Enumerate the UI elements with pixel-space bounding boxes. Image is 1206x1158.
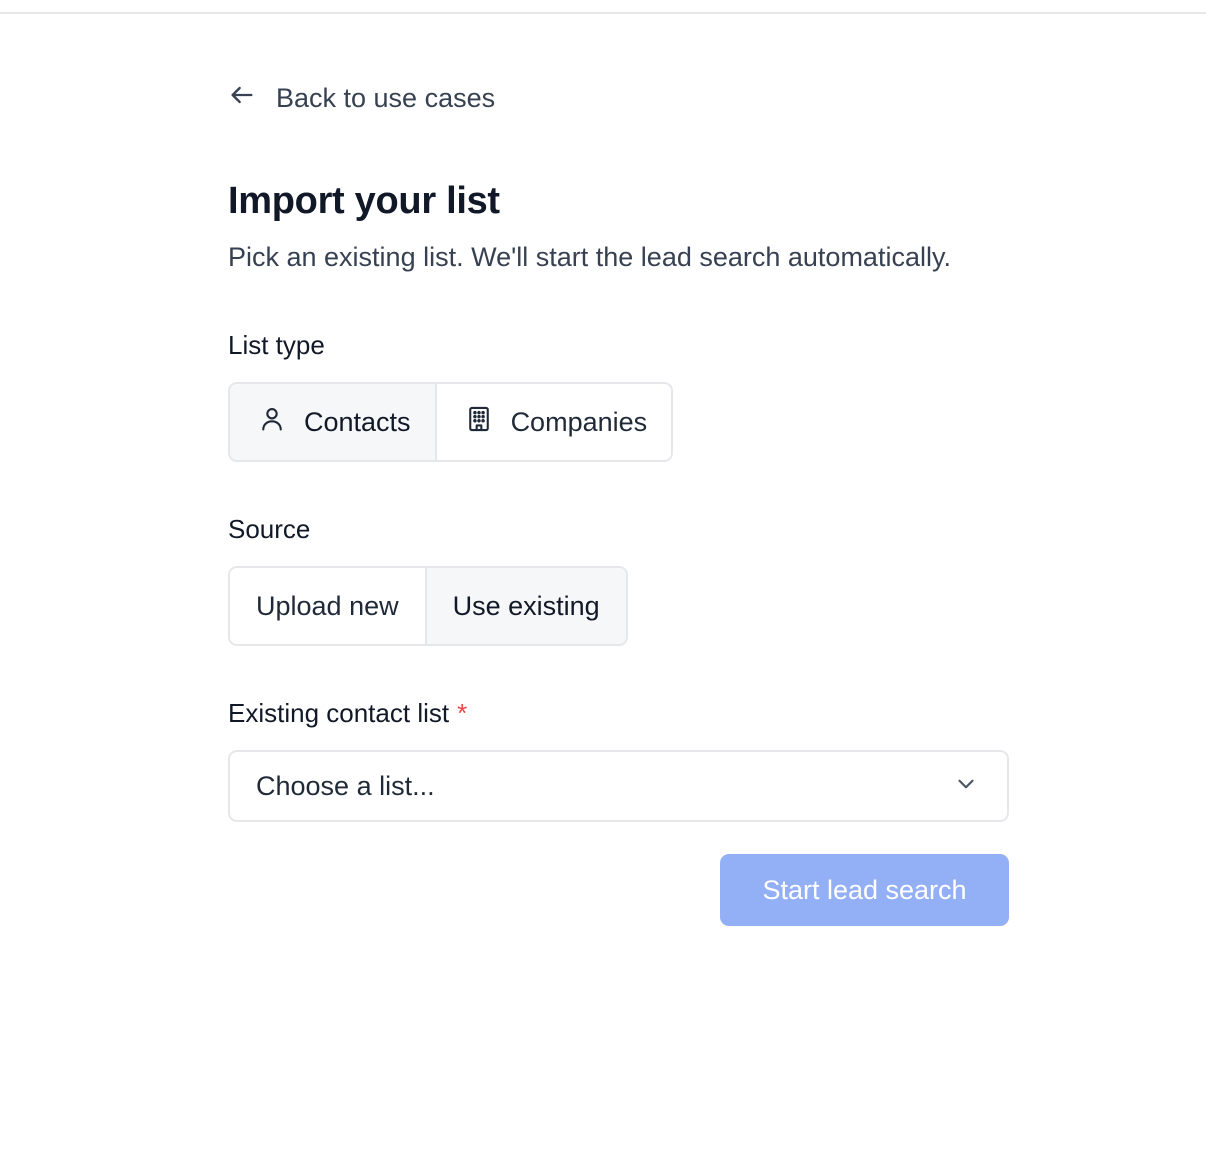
- back-link-label: Back to use cases: [276, 82, 496, 113]
- source-label: Source: [228, 514, 311, 544]
- page-title: Import your list: [228, 180, 500, 222]
- source-use-existing-button[interactable]: Use existing: [424, 568, 626, 644]
- required-marker: *: [457, 698, 468, 728]
- top-divider: [0, 12, 1206, 14]
- existing-list-label-text: Existing contact list: [228, 698, 450, 728]
- chevron-down-icon: [953, 771, 979, 802]
- companies-label: Companies: [510, 406, 648, 437]
- list-type-contacts-button[interactable]: Contacts: [230, 384, 435, 460]
- list-type-toggle: Contacts Companies: [228, 382, 674, 462]
- list-type-companies-button[interactable]: Companies: [434, 384, 672, 460]
- existing-list-select-value: Choose a list...: [256, 770, 435, 801]
- user-icon: [258, 405, 286, 440]
- existing-list-select[interactable]: Choose a list...: [228, 750, 1009, 822]
- page-subtitle: Pick an existing list. We'll start the l…: [228, 242, 951, 272]
- source-toggle: Upload new Use existing: [228, 566, 628, 646]
- contacts-label: Contacts: [304, 406, 411, 437]
- existing-list-label: Existing contact list *: [228, 698, 467, 729]
- building-icon: [465, 405, 493, 440]
- back-to-use-cases-link[interactable]: Back to use cases: [228, 80, 495, 116]
- list-type-label: List type: [228, 330, 325, 360]
- arrow-left-icon: [228, 81, 256, 116]
- start-lead-search-button[interactable]: Start lead search: [720, 854, 1009, 926]
- source-upload-new-button[interactable]: Upload new: [230, 568, 425, 644]
